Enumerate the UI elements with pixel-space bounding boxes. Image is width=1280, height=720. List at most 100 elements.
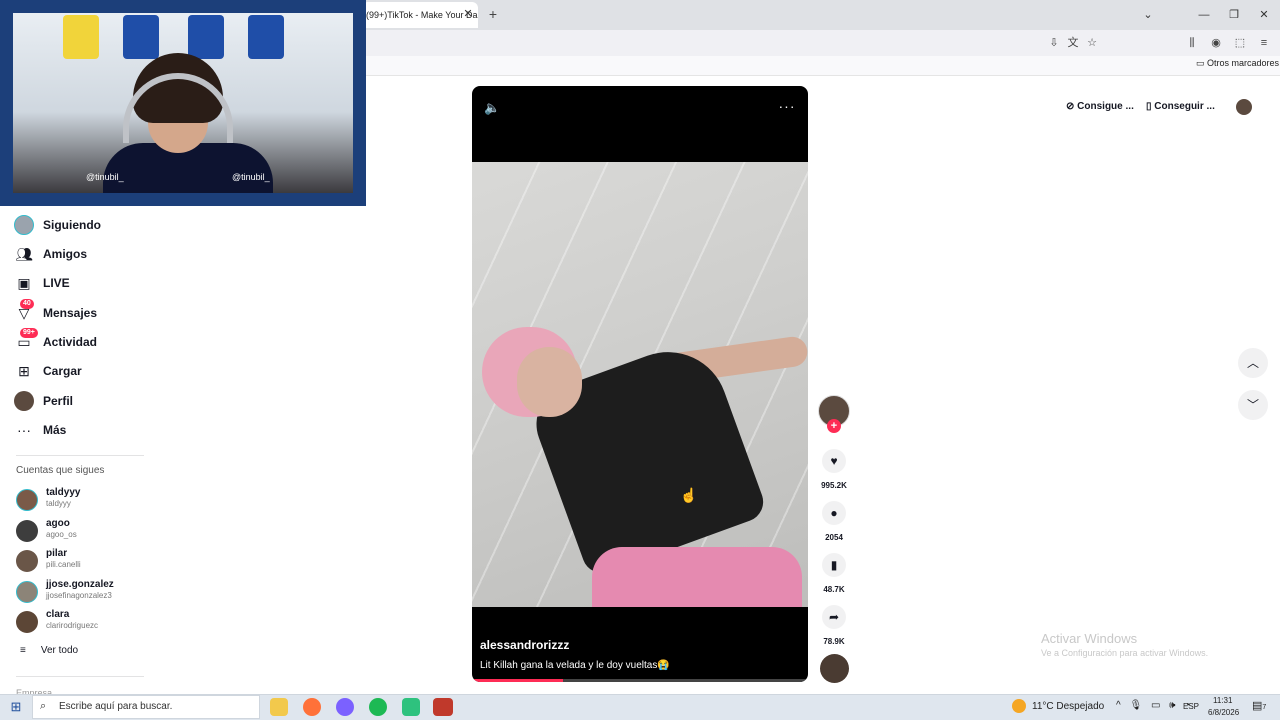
video-author[interactable]: alessandrorizzz [480, 638, 569, 652]
weather-icon[interactable] [1012, 699, 1026, 713]
list-icon: ≡ [20, 645, 26, 656]
system-tray-icons[interactable]: ^ 🎙︎ ▭ 🕪︎ ◔ [1116, 700, 1193, 711]
webcam-feed [13, 13, 353, 193]
sidebar-item-actividad[interactable]: ▭ 99+ Actividad [14, 328, 174, 355]
like-button[interactable]: ♥ [822, 449, 846, 473]
voicemeeter-icon[interactable] [433, 698, 453, 716]
extensions-icon[interactable]: ⬚ [1231, 34, 1249, 52]
account-icon[interactable]: ◉ [1207, 34, 1225, 52]
avatar [16, 520, 38, 542]
other-bookmarks-folder[interactable]: ▭ Otros marcadores [1196, 58, 1279, 69]
get-app-button[interactable]: ▯ Conseguir ... [1146, 96, 1215, 118]
sidebar-item-siguiendo[interactable]: Siguiendo [14, 212, 174, 238]
account-username: clarirodriguezc [46, 621, 99, 630]
sidebar-item-mensajes[interactable]: ▽ 40 Mensajes [14, 299, 174, 326]
divider [16, 455, 144, 456]
video-progress-bar[interactable] [472, 679, 808, 682]
followed-account[interactable]: jjose.gonzalez jjosefinagonzalez3 [16, 579, 176, 607]
see-all-link[interactable]: ≡ Ver todo [20, 645, 93, 656]
install-page-icon[interactable]: ⇩ [1045, 34, 1063, 52]
account-name: clara [46, 609, 70, 620]
get-coins-button[interactable]: ⊘ Consigue ... [1066, 96, 1134, 118]
sidebar-item-perfil[interactable]: Perfil [14, 388, 174, 414]
new-tab-button[interactable]: + [486, 6, 500, 24]
clock-time[interactable]: 11:31 [1213, 696, 1232, 705]
video-caption: Lit Killah gana la velada y le doy vuelt… [480, 660, 670, 671]
sidebar-item-amigos[interactable]: 👥︎ Amigos [14, 241, 174, 267]
discord-icon[interactable] [336, 698, 354, 716]
following-avatar-icon [14, 215, 34, 235]
other-bookmarks-label: Otros marcadores [1207, 58, 1280, 68]
sidebar-item-label: LIVE [43, 276, 70, 290]
minimize-button[interactable]: — [1194, 6, 1214, 24]
chevron-up-icon: ︿ [1246, 356, 1259, 370]
account-username: agoo_os [46, 530, 77, 539]
share-arrow-icon: ➦ [828, 610, 840, 624]
sidebar-item-label: Actividad [43, 335, 98, 349]
close-tab-icon[interactable]: ✕ [462, 7, 474, 21]
hand-cursor-icon: ☝ [680, 487, 698, 503]
sidebar-item-mas[interactable]: ··· Más [14, 417, 174, 443]
sidebar-item-label: Siguiendo [43, 218, 101, 232]
input-language[interactable]: ESP [1183, 702, 1199, 711]
avatar [16, 489, 38, 511]
next-video-button[interactable]: ﹀ [1238, 390, 1268, 420]
firefox-icon[interactable] [303, 698, 321, 716]
avatar [16, 550, 38, 572]
account-username: pili.canelli [46, 560, 81, 569]
tabs-list-icon[interactable]: ⌄ [1138, 6, 1158, 24]
sidebar-item-live[interactable]: ▣ LIVE [14, 270, 174, 296]
sidebar-item-label: Perfil [43, 394, 74, 408]
bookmark-icon: ▮ [830, 558, 838, 572]
get-app-label: Conseguir ... [1154, 101, 1215, 112]
window-close-button[interactable]: ✕ [1254, 6, 1274, 24]
sidebar-item-label: Cargar [43, 364, 82, 378]
activity-badge: 99+ [20, 328, 38, 338]
jersey-image [63, 15, 99, 59]
folder-icon: ▭ [1196, 58, 1208, 68]
previous-video-button[interactable]: ︿ [1238, 348, 1268, 378]
menu-icon[interactable]: ≡ [1255, 34, 1273, 52]
followed-account[interactable]: taldyyy taldyyy [16, 487, 176, 515]
followed-account[interactable]: clara clarirodriguezc [16, 609, 176, 637]
sidebar-item-label: Mensajes [43, 306, 98, 320]
restore-button[interactable]: ❐ [1224, 6, 1244, 24]
follow-button[interactable]: + [827, 419, 841, 433]
get-coins-label: Consigue ... [1077, 101, 1134, 112]
browser-tab[interactable]: (99+)TikTok - Make Your Da [362, 2, 478, 28]
volume-icon[interactable]: 🔈 [484, 100, 500, 116]
comment-button[interactable]: ● [822, 501, 846, 525]
coin-icon: ⊘ [1066, 101, 1078, 112]
video-person-face [517, 347, 582, 417]
jersey-image [123, 15, 159, 59]
translate-icon[interactable]: 文 [1064, 34, 1082, 52]
followed-account[interactable]: pilar pili.canelli [16, 548, 176, 576]
library-icon[interactable]: ⫼ [1183, 34, 1201, 52]
weather-text[interactable]: 11°C Despejado [1032, 701, 1104, 712]
save-button[interactable]: ▮ [822, 553, 846, 577]
app-icon[interactable] [402, 698, 420, 716]
spotify-icon[interactable] [369, 698, 387, 716]
sidebar-item-cargar[interactable]: ⊞ Cargar [14, 358, 174, 384]
followed-account[interactable]: agoo agoo_os [16, 518, 176, 546]
following-accounts-title: Cuentas que sigues [16, 465, 105, 476]
url-bar[interactable] [366, 33, 1106, 53]
music-disc[interactable] [820, 654, 849, 683]
video-player[interactable]: 🔈 ··· alessandrorizzz Lit Killah gana la… [472, 86, 808, 682]
clock-date[interactable]: 6/8/2026 [1208, 708, 1239, 717]
windows-start-icon[interactable]: ⊞ [8, 699, 24, 715]
activation-watermark-text: Ve a Configuración para activar Windows. [1041, 648, 1209, 658]
taskbar-search-placeholder: Escribe aquí para buscar. [59, 701, 173, 712]
more-options-icon[interactable]: ··· [778, 99, 796, 116]
file-explorer-icon[interactable] [270, 698, 288, 716]
account-name: taldyyy [46, 487, 81, 498]
share-button[interactable]: ➦ [822, 605, 846, 629]
notifications-icon[interactable]: ▤7 [1252, 699, 1266, 712]
account-name: pilar [46, 548, 68, 559]
bookmark-star-icon[interactable]: ☆ [1083, 34, 1101, 52]
account-name: jjose.gonzalez [46, 579, 114, 590]
video-frame [472, 162, 808, 607]
user-avatar[interactable] [1236, 99, 1252, 115]
messages-badge: 40 [20, 299, 34, 309]
see-all-label: Ver todo [40, 645, 79, 656]
